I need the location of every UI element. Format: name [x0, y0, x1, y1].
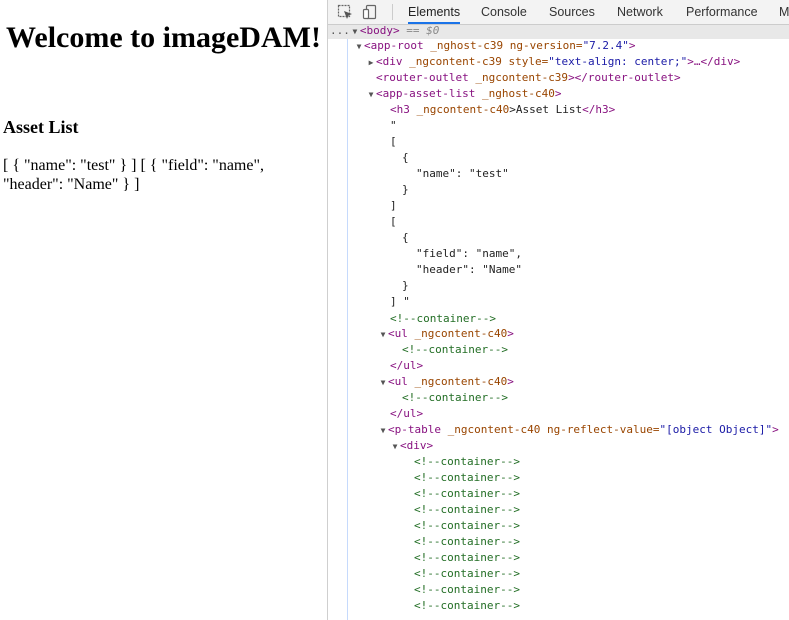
expand-triangle-icon[interactable]: ▼ [354, 39, 364, 55]
dom-node-div[interactable]: ▶ <div _ngcontent-c39 style="text-align: … [366, 54, 741, 71]
collapse-triangle-icon[interactable]: ▶ [366, 55, 376, 71]
dom-text-line[interactable]: { [402, 230, 409, 246]
expand-triangle-icon[interactable]: ▼ [378, 375, 388, 391]
dom-comment-container[interactable]: <!--container--> [414, 486, 520, 502]
dom-node-p-table[interactable]: ▼ <p-table _ngcontent-c40 ng-reflect-valu… [378, 422, 779, 438]
dom-node-div-inner[interactable]: ▼ <div> [390, 438, 434, 455]
dom-comment-container[interactable]: <!--container--> [402, 342, 508, 358]
dom-text-line[interactable]: "name": "test" [416, 166, 509, 182]
dom-text-line[interactable]: [ [390, 214, 397, 230]
toolbar-separator [392, 4, 393, 20]
dom-text-line[interactable]: } [402, 278, 409, 294]
tab-more[interactable]: M [779, 0, 789, 24]
dom-comment-container[interactable]: <!--container--> [414, 454, 520, 470]
dom-node-app-root[interactable]: ▼ <app-root _nghost-c39 ng-version="7.2.4… [354, 38, 636, 54]
devtools-panel: Elements Console Sources Network Perform… [328, 0, 789, 620]
devtools-toolbar: Elements Console Sources Network Perform… [328, 0, 789, 25]
dom-text-line[interactable]: "header": "Name" [416, 262, 522, 278]
dom-node-h3[interactable]: <h3 _ngcontent-c40>Asset List</h3> [390, 102, 615, 118]
device-toolbar-icon[interactable] [362, 3, 380, 21]
tree-indent-guide [347, 39, 348, 620]
dom-comment-container[interactable]: <!--container--> [414, 598, 520, 614]
rendered-page: Welcome to imageDAM! Asset List [ { "nam… [0, 0, 327, 620]
dom-comment-container[interactable]: <!--container--> [390, 311, 496, 327]
page-title: Welcome to imageDAM! [6, 21, 321, 54]
dom-comment-container[interactable]: <!--container--> [414, 534, 520, 550]
tab-network[interactable]: Network [617, 0, 663, 24]
asset-list-heading: Asset List [3, 117, 79, 137]
dom-text-line[interactable]: ] [390, 198, 397, 214]
tab-elements[interactable]: Elements [408, 0, 461, 24]
tab-sources[interactable]: Sources [549, 0, 595, 24]
dom-comment-container[interactable]: <!--container--> [402, 390, 508, 406]
dom-comment-container[interactable]: <!--container--> [414, 502, 520, 518]
dom-comment-container[interactable]: <!--container--> [414, 582, 520, 598]
expand-triangle-icon[interactable]: ▼ [378, 423, 388, 439]
json-dump-text: [ { "name": "test" } ] [ { "field": "nam… [3, 157, 264, 193]
expand-triangle-icon[interactable]: ▼ [378, 327, 388, 343]
expand-triangle-icon[interactable]: ▼ [366, 87, 376, 103]
expand-triangle-icon[interactable]: ▼ [390, 439, 400, 455]
dom-comment-container[interactable]: <!--container--> [414, 470, 520, 486]
dom-text-line[interactable]: { [402, 150, 409, 166]
dom-node-ul-close[interactable]: </ul> [390, 358, 423, 374]
tab-console[interactable]: Console [481, 0, 527, 24]
dom-text-line[interactable]: [ [390, 134, 397, 150]
tab-performance[interactable]: Performance [686, 0, 758, 24]
dom-text-line[interactable]: ] " [390, 294, 410, 310]
dom-text-line[interactable]: " [390, 118, 397, 134]
dom-comment-container[interactable]: <!--container--> [414, 566, 520, 582]
dom-node-app-asset-list[interactable]: ▼ <app-asset-list _nghost-c40> [366, 86, 562, 103]
dom-node-ul[interactable]: ▼ <ul _ngcontent-c40> [378, 326, 514, 342]
dom-node-body[interactable]: ... ▼ <body> == $0 [330, 25, 439, 39]
dom-node-ul[interactable]: ▼ <ul _ngcontent-c40> [378, 374, 514, 390]
dom-comment-container[interactable]: <!--container--> [414, 550, 520, 566]
dom-node-router-outlet[interactable]: <router-outlet _ngcontent-c39></router-o… [376, 70, 681, 86]
dom-text-line[interactable]: } [402, 182, 409, 198]
dom-tree: ... ▼ <body> == $0 ▼ <app-root _nghost-c39 … [328, 25, 789, 620]
inspect-element-icon[interactable] [336, 3, 354, 21]
dom-text-line[interactable]: "field": "name", [416, 246, 522, 262]
dom-comment-container[interactable]: <!--container--> [414, 518, 520, 534]
dom-node-ul-close[interactable]: </ul> [390, 406, 423, 422]
